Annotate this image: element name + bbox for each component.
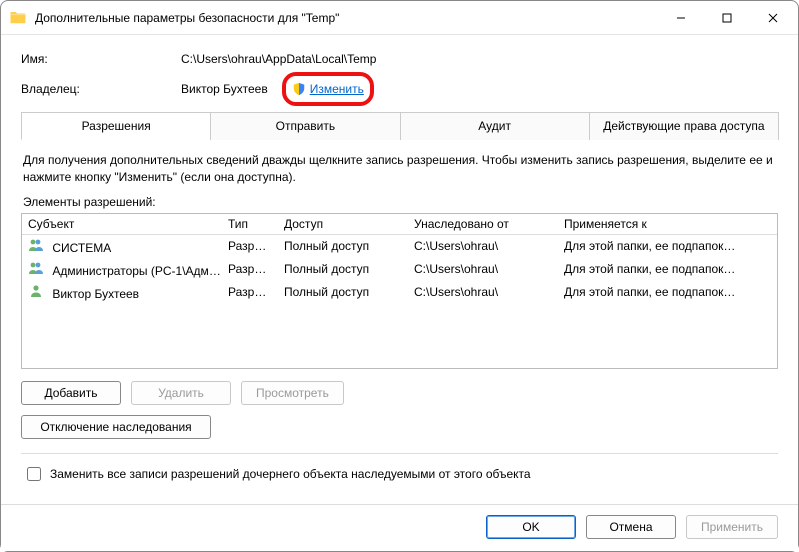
header-type[interactable]: Тип <box>228 217 284 231</box>
tab-effective-access[interactable]: Действующие права доступа <box>589 112 779 140</box>
separator <box>21 453 778 454</box>
group-icon <box>28 261 44 275</box>
name-value: C:\Users\ohrau\AppData\Local\Temp <box>181 52 376 66</box>
grid-header: Субъект Тип Доступ Унаследовано от Приме… <box>22 214 777 235</box>
folder-icon <box>9 9 27 27</box>
permissions-section-label: Элементы разрешений: <box>23 195 776 209</box>
table-row[interactable]: Виктор Бухтеев Разр… Полный доступ C:\Us… <box>22 281 777 304</box>
apply-button[interactable]: Применить <box>686 515 778 539</box>
table-row[interactable]: Администраторы (PC-1\Адми… Разр… Полный … <box>22 258 777 281</box>
user-icon <box>28 284 44 298</box>
dialog-footer: OK Отмена Применить <box>1 504 798 551</box>
tabs: Разрешения Отправить Аудит Действующие п… <box>21 111 778 140</box>
group-icon <box>28 238 44 252</box>
remove-button[interactable]: Удалить <box>131 381 231 405</box>
view-button[interactable]: Просмотреть <box>241 381 344 405</box>
ok-button[interactable]: OK <box>486 515 576 539</box>
cell-inherited: C:\Users\ohrau\ <box>414 239 564 253</box>
cell-access: Полный доступ <box>284 239 414 253</box>
add-button[interactable]: Добавить <box>21 381 121 405</box>
cell-type: Разр… <box>228 239 284 253</box>
cell-type: Разр… <box>228 262 284 276</box>
table-row[interactable]: СИСТЕМА Разр… Полный доступ C:\Users\ohr… <box>22 235 777 258</box>
cell-subject: Администраторы (PC-1\Адми… <box>52 264 227 278</box>
hint-text: Для получения дополнительных сведений дв… <box>23 152 776 187</box>
tab-audit[interactable]: Аудит <box>400 112 590 140</box>
replace-child-permissions-checkbox[interactable] <box>27 467 41 481</box>
owner-label: Владелец: <box>21 82 181 96</box>
permissions-grid[interactable]: Субъект Тип Доступ Унаследовано от Приме… <box>21 213 778 369</box>
titlebar: Дополнительные параметры безопасности дл… <box>1 1 798 35</box>
window-title: Дополнительные параметры безопасности дл… <box>35 11 658 25</box>
header-inherited[interactable]: Унаследовано от <box>414 217 564 231</box>
header-subject[interactable]: Субъект <box>28 217 228 231</box>
cell-applies: Для этой папки, ее подпапок… <box>564 285 771 299</box>
cell-subject: Виктор Бухтеев <box>52 287 139 301</box>
cell-access: Полный доступ <box>284 262 414 276</box>
cell-access: Полный доступ <box>284 285 414 299</box>
cell-subject: СИСТЕМА <box>52 241 111 255</box>
cancel-button[interactable]: Отмена <box>586 515 676 539</box>
cell-applies: Для этой папки, ее подпапок… <box>564 239 771 253</box>
change-owner-link[interactable]: Изменить <box>310 82 364 96</box>
close-button[interactable] <box>750 3 796 33</box>
disable-inheritance-button[interactable]: Отключение наследования <box>21 415 211 439</box>
tab-share[interactable]: Отправить <box>210 112 400 140</box>
replace-child-permissions-label: Заменить все записи разрешений дочернего… <box>50 467 531 481</box>
cell-type: Разр… <box>228 285 284 299</box>
name-label: Имя: <box>21 52 181 66</box>
cell-inherited: C:\Users\ohrau\ <box>414 285 564 299</box>
uac-shield-icon <box>292 82 306 96</box>
header-access[interactable]: Доступ <box>284 217 414 231</box>
owner-value: Виктор Бухтеев <box>181 82 268 96</box>
cell-inherited: C:\Users\ohrau\ <box>414 262 564 276</box>
cell-applies: Для этой папки, ее подпапок… <box>564 262 771 276</box>
maximize-button[interactable] <box>704 3 750 33</box>
header-applies[interactable]: Применяется к <box>564 217 771 231</box>
minimize-button[interactable] <box>658 3 704 33</box>
tab-permissions[interactable]: Разрешения <box>21 112 211 140</box>
